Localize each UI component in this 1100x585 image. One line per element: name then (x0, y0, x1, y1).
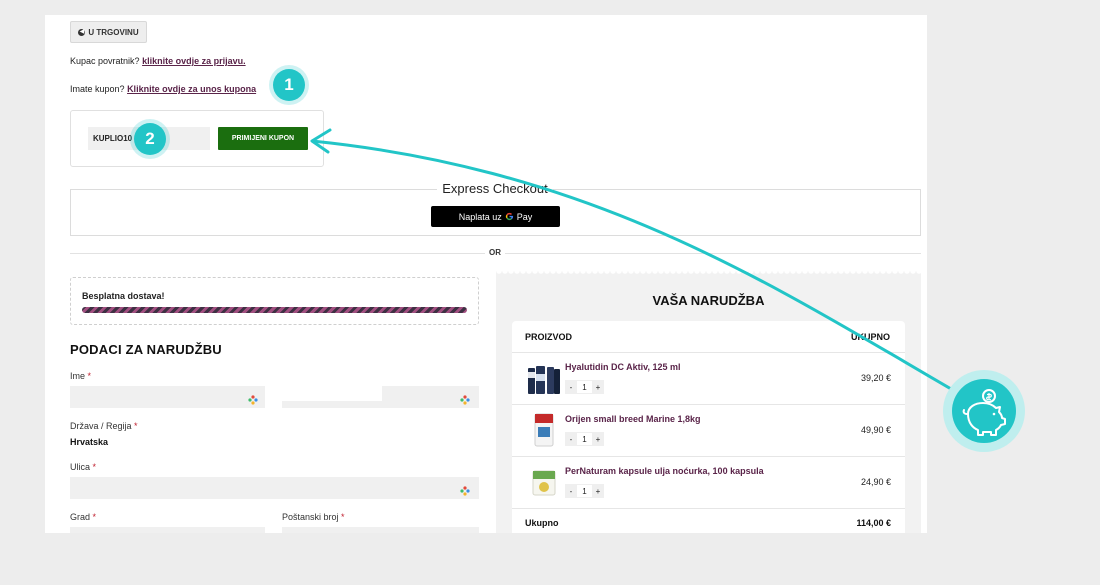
piggy-bank-badge (943, 370, 1025, 452)
annotation-arrow (310, 128, 959, 395)
piggy-bank-coin-icon (962, 389, 1006, 436)
